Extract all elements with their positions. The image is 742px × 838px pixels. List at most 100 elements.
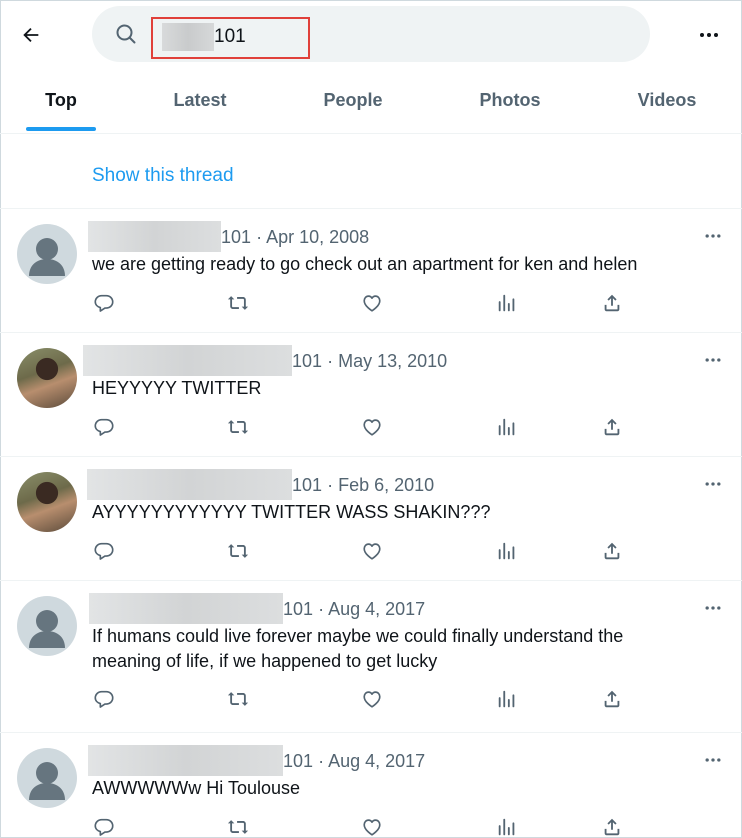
more-dots-icon: [705, 606, 721, 610]
reply-icon: [94, 690, 114, 708]
like-button[interactable]: [360, 291, 384, 315]
share-icon: [604, 294, 620, 312]
bar-chart-icon: [498, 418, 515, 436]
views-button[interactable]: [495, 415, 519, 439]
default-avatar-icon: [29, 610, 65, 648]
meta-separator: ·: [318, 599, 325, 619]
share-button[interactable]: [600, 815, 624, 838]
handle-suffix[interactable]: 101: [283, 751, 313, 771]
share-icon: [604, 818, 620, 836]
tweet-meta: 101 · Aug 4, 2017: [283, 597, 425, 621]
share-button[interactable]: [600, 291, 624, 315]
retweet-button[interactable]: [226, 415, 250, 439]
tweet-date[interactable]: May 13, 2010: [338, 351, 447, 371]
retweet-icon: [227, 692, 249, 706]
tweet-text: we are getting ready to go check out an …: [92, 254, 638, 274]
share-button[interactable]: [600, 415, 624, 439]
share-button[interactable]: [600, 687, 624, 711]
reply-button[interactable]: [92, 415, 116, 439]
redacted-user-name: [88, 221, 221, 252]
reply-button[interactable]: [92, 687, 116, 711]
handle-suffix[interactable]: 101: [283, 599, 313, 619]
reply-button[interactable]: [92, 539, 116, 563]
tweet-text: AYYYYYYYYYYYY TWITTER WASS SHAKIN???: [92, 502, 491, 522]
like-button[interactable]: [360, 539, 384, 563]
tweet-date[interactable]: Apr 10, 2008: [266, 227, 369, 247]
tweet[interactable]: 101 · Aug 4, 2017 AWWWWWw Hi Toulouse: [0, 733, 742, 838]
tweet-meta: 101 · Feb 6, 2010: [292, 473, 434, 497]
retweet-button[interactable]: [226, 291, 250, 315]
avatar[interactable]: [17, 596, 77, 656]
show-thread-row: Show this thread: [0, 134, 742, 209]
share-icon: [604, 690, 620, 708]
tweet-more-button[interactable]: [698, 472, 728, 496]
tweet-actions: [0, 815, 742, 838]
tweet-date[interactable]: Aug 4, 2017: [328, 599, 425, 619]
retweet-icon: [227, 296, 249, 310]
tweet-date[interactable]: Feb 6, 2010: [338, 475, 434, 495]
tab-photos[interactable]: Photos: [470, 68, 550, 134]
more-dots-icon: [705, 234, 721, 238]
handle-suffix[interactable]: 101: [221, 227, 251, 247]
tab-latest[interactable]: Latest: [160, 68, 240, 134]
tweet-meta: 101 · Apr 10, 2008: [221, 225, 369, 249]
retweet-button[interactable]: [226, 539, 250, 563]
views-button[interactable]: [495, 539, 519, 563]
like-button[interactable]: [360, 415, 384, 439]
reply-button[interactable]: [92, 291, 116, 315]
back-button[interactable]: [14, 18, 48, 52]
search-box[interactable]: 101: [92, 6, 650, 62]
tweet[interactable]: 101 · Feb 6, 2010 AYYYYYYYYYYYY TWITTER W…: [0, 457, 742, 581]
bar-chart-icon: [498, 542, 515, 560]
retweet-button[interactable]: [226, 815, 250, 838]
tab-top[interactable]: Top: [26, 68, 96, 134]
avatar[interactable]: [17, 748, 77, 808]
tweet-actions: [0, 291, 742, 315]
meta-separator: ·: [256, 227, 263, 247]
avatar[interactable]: [17, 348, 77, 408]
share-icon: [604, 418, 620, 436]
tweet-more-button[interactable]: [698, 596, 728, 620]
like-button[interactable]: [360, 687, 384, 711]
tweet-more-button[interactable]: [698, 748, 728, 772]
meta-separator: ·: [318, 751, 325, 771]
heart-icon: [363, 691, 381, 708]
handle-suffix[interactable]: 101: [292, 351, 322, 371]
tweet-actions: [0, 539, 742, 563]
more-options-button[interactable]: [692, 18, 726, 52]
bar-chart-icon: [498, 818, 515, 836]
more-dots-icon: [705, 358, 721, 362]
avatar[interactable]: [17, 472, 77, 532]
default-avatar-icon: [29, 238, 65, 276]
heart-icon: [363, 295, 381, 312]
more-dots-icon: [700, 33, 718, 37]
tab-people[interactable]: People: [313, 68, 393, 134]
tweet[interactable]: 101 · Apr 10, 2008 we are getting ready t…: [0, 209, 742, 333]
tweet-actions: [0, 687, 742, 711]
tweet[interactable]: 101 · Aug 4, 2017 If humans could live fo…: [0, 581, 742, 733]
retweet-icon: [227, 544, 249, 558]
bar-chart-icon: [498, 690, 515, 708]
heart-icon: [363, 543, 381, 560]
reply-icon: [94, 818, 114, 836]
retweet-button[interactable]: [226, 687, 250, 711]
handle-suffix[interactable]: 101: [292, 475, 322, 495]
views-button[interactable]: [495, 687, 519, 711]
reply-button[interactable]: [92, 815, 116, 838]
tweet-more-button[interactable]: [698, 348, 728, 372]
meta-separator: ·: [327, 351, 334, 371]
tab-videos[interactable]: Videos: [627, 68, 707, 134]
tweet-date[interactable]: Aug 4, 2017: [328, 751, 425, 771]
like-button[interactable]: [360, 815, 384, 838]
tweet[interactable]: 101 · May 13, 2010 HEYYYYY TWITTER: [0, 333, 742, 457]
top-bar: 101: [0, 0, 742, 68]
tweet-more-button[interactable]: [698, 224, 728, 248]
show-thread-link[interactable]: Show this thread: [92, 165, 234, 187]
redacted-user-name: [87, 469, 292, 500]
avatar[interactable]: [17, 224, 77, 284]
tweet-meta: 101 · Aug 4, 2017: [283, 749, 425, 773]
views-button[interactable]: [495, 815, 519, 838]
views-button[interactable]: [495, 291, 519, 315]
share-button[interactable]: [600, 539, 624, 563]
tweet-actions: [0, 415, 742, 439]
